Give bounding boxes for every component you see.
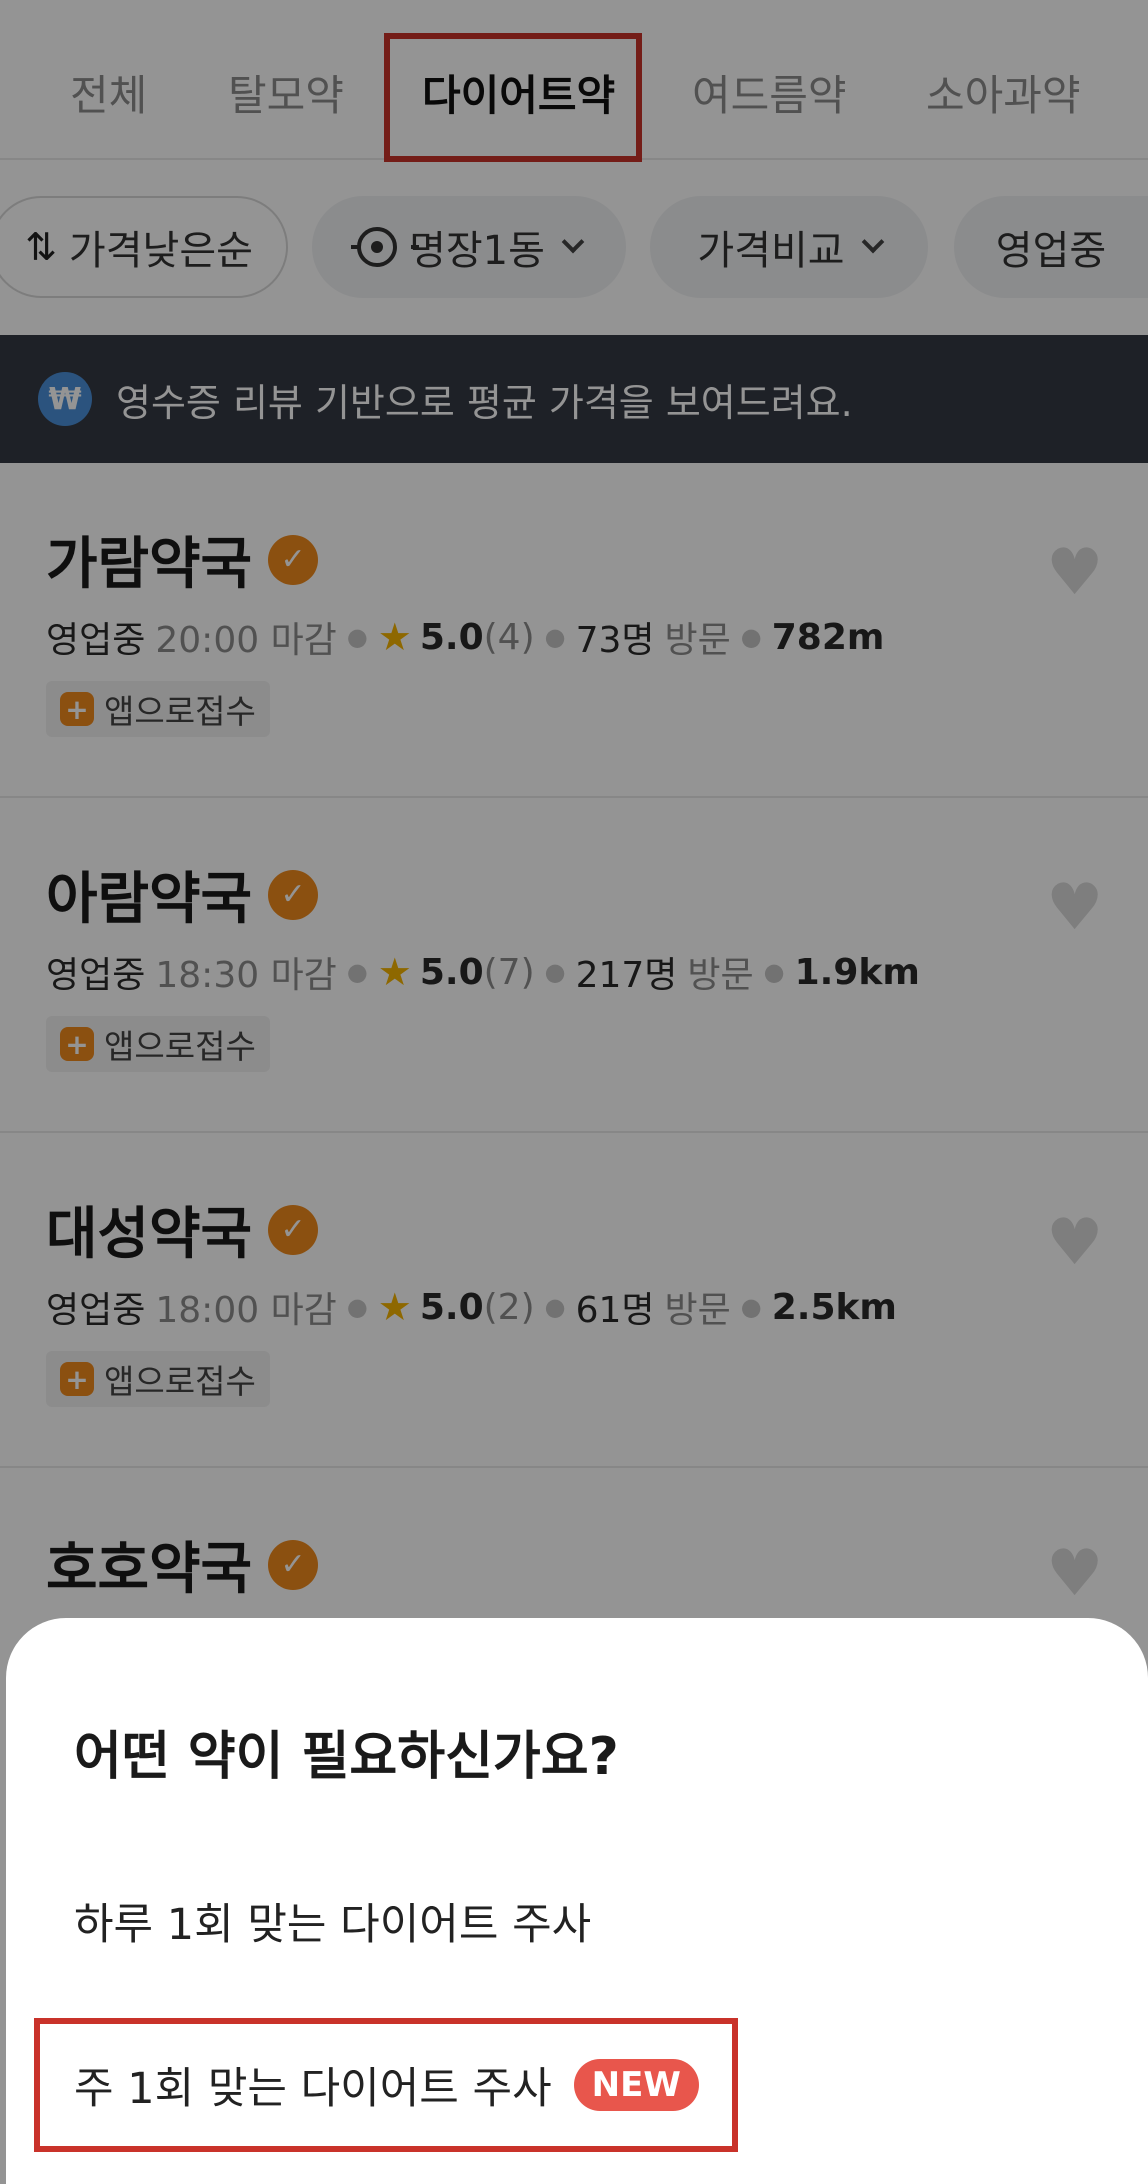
selected-option-highlight [34, 2018, 738, 2152]
sheet-title: 어떤 약이 필요하신가요? [74, 1727, 619, 1787]
option-daily-diet-injection[interactable]: 하루 1회 맞는 다이어트 주사 [74, 1890, 591, 1952]
medicine-type-sheet: 어떤 약이 필요하신가요? 하루 1회 맞는 다이어트 주사 주 1회 맞는 다… [6, 1618, 1148, 2184]
